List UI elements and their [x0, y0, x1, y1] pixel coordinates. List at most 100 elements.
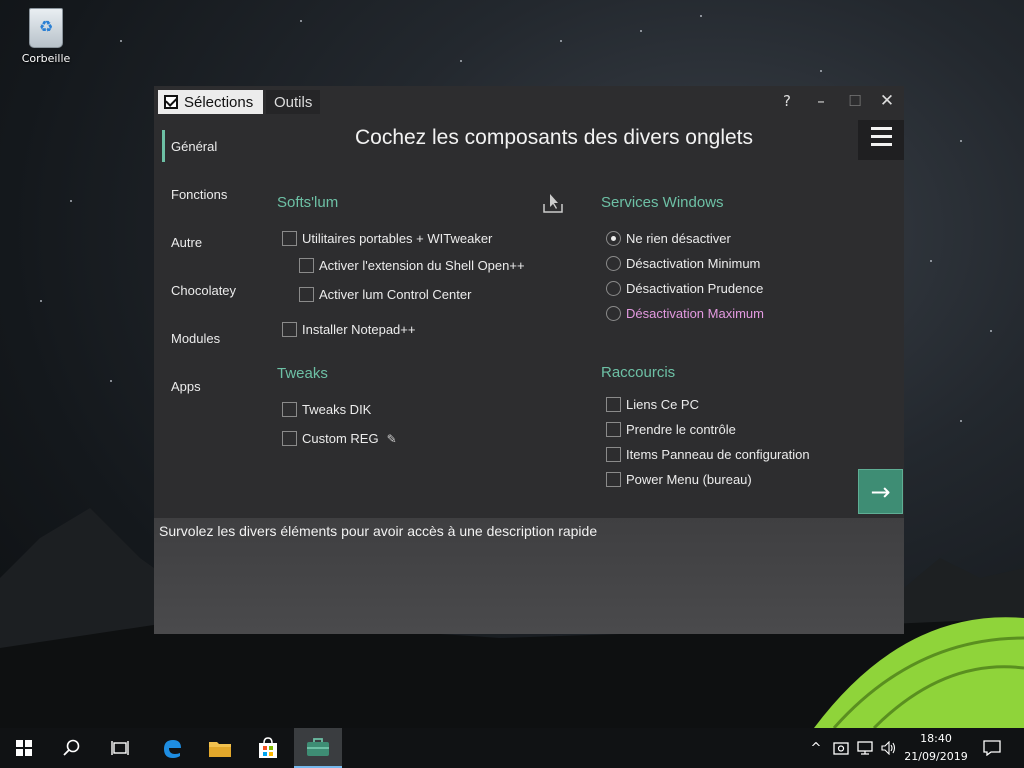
toolbox-app-icon	[307, 738, 329, 756]
chevron-up-icon: ^	[810, 740, 822, 756]
hamburger-line	[871, 127, 892, 130]
sidebar-item-modules[interactable]: Modules	[154, 314, 264, 362]
checkbox[interactable]	[282, 231, 297, 246]
checkbox[interactable]	[606, 397, 621, 412]
radio-button[interactable]	[606, 306, 621, 321]
volume-icon	[881, 741, 896, 755]
export-icon[interactable]	[542, 192, 564, 214]
checkbox-icon	[164, 95, 178, 109]
section-raccourcis-title: Raccourcis	[601, 364, 676, 381]
toolbox-app-button[interactable]	[294, 728, 342, 768]
option-label: Custom REG	[302, 431, 379, 446]
hamburger-line	[871, 135, 892, 138]
notification-icon	[983, 740, 1001, 756]
section-softslum-title: Softs'lum	[277, 194, 339, 211]
network-button[interactable]	[854, 728, 876, 768]
clock-date: 21/09/2019	[904, 750, 968, 763]
sidebar-item-autre[interactable]: Autre	[154, 218, 264, 266]
option-prendre-le-controle[interactable]: Prendre le contrôle	[606, 422, 736, 437]
option-label: Prendre le contrôle	[626, 422, 736, 437]
radio-desactivation-minimum[interactable]: Désactivation Minimum	[606, 256, 760, 271]
tray-app-icon[interactable]	[830, 728, 852, 768]
task-view-icon	[111, 741, 129, 755]
option-label: Désactivation Maximum	[626, 306, 764, 321]
checkbox[interactable]	[299, 258, 314, 273]
section-services-title: Services Windows	[601, 194, 724, 211]
sidebar-item-apps[interactable]: Apps	[154, 362, 264, 410]
option-custom-reg[interactable]: Custom REG ✎	[282, 431, 397, 446]
option-power-menu[interactable]: Power Menu (bureau)	[606, 472, 752, 487]
sidebar: Général Fonctions Autre Chocolatey Modul…	[154, 122, 264, 410]
clock-time: 18:40	[920, 732, 952, 745]
file-explorer-button[interactable]	[196, 728, 244, 768]
option-control-center[interactable]: Activer lum Control Center	[299, 287, 471, 302]
minimize-button[interactable]: –	[806, 90, 836, 112]
volume-button[interactable]	[878, 728, 900, 768]
description-text: Survolez les divers éléments pour avoir …	[159, 523, 598, 539]
sidebar-item-general[interactable]: Général	[154, 122, 264, 170]
option-notepad[interactable]: Installer Notepad++	[282, 322, 415, 337]
radio-button[interactable]	[606, 256, 621, 271]
option-liens-ce-pc[interactable]: Liens Ce PC	[606, 397, 699, 412]
radio-button[interactable]	[606, 231, 621, 246]
option-label: Power Menu (bureau)	[626, 472, 752, 487]
option-utilitaires-portables[interactable]: Utilitaires portables + WITweaker	[282, 231, 492, 246]
option-tweaks-dik[interactable]: Tweaks DIK	[282, 402, 371, 417]
checkbox[interactable]	[606, 472, 621, 487]
task-view-button[interactable]	[96, 728, 144, 768]
checkbox[interactable]	[299, 287, 314, 302]
help-button[interactable]: ?	[772, 90, 802, 112]
checkbox[interactable]	[282, 431, 297, 446]
edge-button[interactable]	[148, 728, 196, 768]
recycle-bin-label: Corbeille	[21, 52, 71, 65]
option-items-panneau[interactable]: Items Panneau de configuration	[606, 447, 810, 462]
option-label: Liens Ce PC	[626, 397, 699, 412]
app-window: Sélections Outils ? – ☐ ✕ Général Foncti…	[154, 86, 904, 634]
radio-button[interactable]	[606, 281, 621, 296]
option-label: Tweaks DIK	[302, 402, 372, 417]
tab-selections[interactable]: Sélections	[158, 90, 263, 114]
windows-start-icon	[16, 740, 32, 756]
checkbox[interactable]	[282, 322, 297, 337]
search-icon	[63, 739, 80, 756]
option-label: Activer l'extension du Shell Open++	[319, 258, 525, 273]
tray-app-icon-glyph	[833, 742, 849, 755]
next-button[interactable]: →	[858, 469, 903, 514]
description-panel: Survolez les divers éléments pour avoir …	[154, 518, 904, 634]
option-shell-open[interactable]: Activer l'extension du Shell Open++	[299, 258, 525, 273]
recycle-bin-icon	[29, 8, 63, 48]
page-title: Cochez les composants des divers onglets	[354, 126, 754, 149]
option-label: Activer lum Control Center	[319, 287, 472, 302]
edge-icon	[164, 740, 181, 758]
option-label: Installer Notepad++	[302, 322, 416, 337]
search-button[interactable]	[48, 728, 96, 768]
hamburger-menu-button[interactable]	[858, 120, 904, 160]
radio-desactivation-maximum[interactable]: Désactivation Maximum	[606, 306, 764, 321]
clock[interactable]: 18:40 21/09/2019	[900, 730, 972, 766]
network-icon	[857, 741, 873, 755]
file-explorer-icon	[209, 742, 231, 757]
store-icon	[259, 737, 277, 758]
hamburger-line	[871, 143, 892, 146]
show-hidden-icons-button[interactable]: ^	[806, 728, 826, 768]
tab-outils[interactable]: Outils	[266, 90, 321, 114]
checkbox[interactable]	[606, 447, 621, 462]
maximize-button[interactable]: ☐	[840, 90, 870, 112]
section-tweaks-title: Tweaks	[277, 365, 328, 382]
option-label: Ne rien désactiver	[626, 231, 731, 246]
title-bar[interactable]: Sélections Outils ? – ☐ ✕	[154, 86, 904, 118]
radio-ne-rien-desactiver[interactable]: Ne rien désactiver	[606, 231, 731, 246]
pencil-edit-icon[interactable]: ✎	[387, 432, 397, 446]
checkbox[interactable]	[606, 422, 621, 437]
radio-desactivation-prudence[interactable]: Désactivation Prudence	[606, 281, 763, 296]
action-center-button[interactable]	[978, 728, 1006, 768]
start-button[interactable]	[0, 728, 48, 768]
close-button[interactable]: ✕	[872, 90, 902, 112]
option-label: Items Panneau de configuration	[626, 447, 810, 462]
sidebar-item-chocolatey[interactable]: Chocolatey	[154, 266, 264, 314]
sidebar-item-fonctions[interactable]: Fonctions	[154, 170, 264, 218]
store-button[interactable]	[244, 728, 292, 768]
arrow-right-icon: →	[870, 477, 891, 506]
checkbox[interactable]	[282, 402, 297, 417]
recycle-bin-shortcut[interactable]: Corbeille	[16, 8, 76, 65]
